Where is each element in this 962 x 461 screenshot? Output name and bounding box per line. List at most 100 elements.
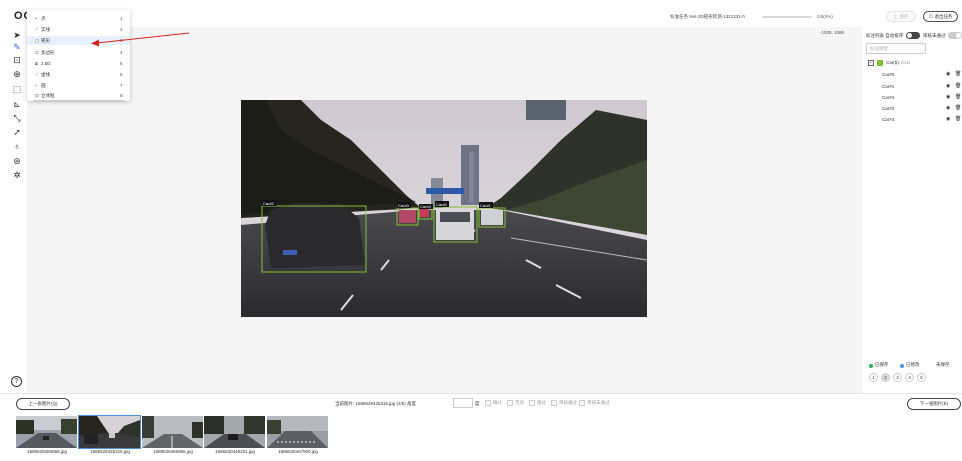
box-label: Car#0: [436, 202, 448, 207]
thumbnail[interactable]: [204, 416, 265, 448]
save-button[interactable]: 上 保存: [886, 11, 916, 22]
delete-icon[interactable]: 🗑: [955, 93, 961, 102]
page-button-active[interactable]: 2: [881, 373, 890, 382]
legend-saved: 已保存: [875, 362, 889, 367]
confirm-checkbox[interactable]: [485, 400, 491, 406]
thumbnail-label: 1686530449201.jpg: [215, 449, 255, 454]
thumbnail-label: 1686529425315.jpg: [90, 449, 130, 454]
item-label: Car#4: [882, 95, 895, 100]
menu-item-polygon[interactable]: ⌬ 多边形 4: [27, 48, 130, 57]
legend-modified: 已修改: [906, 362, 920, 367]
thumbnail[interactable]: [267, 416, 328, 448]
review-fail-checkbox[interactable]: [579, 400, 585, 406]
menu-shortcut: 7: [120, 83, 123, 88]
exit-task-button[interactable]: ⊙ 退出任务: [923, 11, 958, 22]
menu-label: 圆: [41, 83, 46, 88]
menu-scrollbar[interactable]: [33, 100, 125, 102]
hide-icon[interactable]: ◉: [946, 70, 950, 79]
current-file-label: 当前图片: 1686529425315.jpg (2/5) 角度: [335, 401, 417, 406]
hide-icon[interactable]: ◉: [946, 104, 950, 113]
box-label: Car#1: [480, 203, 492, 208]
delete-icon[interactable]: 🗑: [955, 82, 961, 91]
modified-dot: [900, 364, 904, 368]
list-item[interactable]: Car#0 ◉ 🗑: [882, 70, 962, 79]
menu-shortcut: 5: [120, 61, 123, 66]
thumbnail[interactable]: [142, 416, 203, 448]
pointer-icon[interactable]: ➤: [11, 29, 23, 41]
list-item[interactable]: Car#1 ◉ 🗑: [882, 82, 962, 91]
list-item[interactable]: Car#2 ◉ 🗑: [882, 104, 962, 113]
collapse-icon[interactable]: −: [868, 60, 874, 66]
list-item[interactable]: Car#3 ◉ 🗑: [882, 115, 962, 124]
tool-menu: •点1 ⟋实线2 ▢矩形3 ⌬多边形4 ⧈2.5D5 ⟋虚线6 ○圆7 ⊡立体框…: [27, 10, 130, 102]
line-icon: ⟋: [35, 27, 39, 32]
red-arrow-annotation: [91, 32, 190, 47]
class-group-label: Car(5): [886, 60, 899, 65]
class-group-id: 0411: [901, 60, 911, 65]
box-label: Car#3: [398, 203, 410, 208]
thumbnail-label: 1686530467909.jpg: [278, 449, 318, 454]
page-button[interactable]: 1: [869, 373, 878, 382]
thumbnail[interactable]: [16, 416, 77, 448]
menu-item-circle[interactable]: ○ 圆 7: [27, 81, 130, 90]
arrow-icon[interactable]: ➚: [11, 126, 23, 138]
review-pass-checkbox[interactable]: [551, 400, 557, 406]
menu-item-2-5d[interactable]: ⧈ 2.5D 5: [27, 59, 130, 68]
select-box-icon[interactable]: ⬚: [11, 83, 23, 95]
menu-label: 点: [41, 16, 46, 21]
zoom-icon[interactable]: ⊛: [11, 155, 23, 167]
thumbnail-selected[interactable]: [78, 415, 141, 449]
angle-input[interactable]: [453, 398, 473, 408]
menu-label: 矩形: [41, 38, 50, 43]
review-pass-label: 审核通过: [559, 400, 577, 405]
annotation-list-title: 标注列表 自动排序: [866, 33, 904, 38]
divider: [0, 393, 962, 394]
magic-icon[interactable]: ✲: [11, 169, 23, 181]
page-button[interactable]: 4: [905, 373, 914, 382]
pen-icon[interactable]: ✎: [11, 41, 23, 53]
list-item[interactable]: Car#4 ◉ 🗑: [882, 93, 962, 102]
review-toggle[interactable]: [948, 32, 962, 39]
menu-label: 2.5D: [41, 61, 51, 66]
lasso-icon[interactable]: ♁: [11, 140, 23, 152]
skip-checkbox[interactable]: [529, 400, 535, 406]
crosshair-icon[interactable]: ⊕: [11, 68, 23, 80]
thumbnail-label: 1686529380858.jpg: [27, 449, 67, 454]
menu-label: 多边形: [41, 50, 55, 55]
next-image-button[interactable]: 下一张图片(E): [907, 398, 961, 410]
delete-icon[interactable]: 🗑: [955, 104, 961, 113]
menu-label: 虚线: [41, 72, 50, 77]
polygon-icon: ⌬: [35, 50, 39, 55]
class-color-swatch: [877, 60, 883, 66]
annotation-image[interactable]: Car#2 Car#3 Car#4 Car#0 Car#1: [241, 100, 647, 317]
invalid-checkbox[interactable]: [507, 400, 513, 406]
auto-sort-toggle[interactable]: [906, 32, 920, 39]
item-label: Car#1: [882, 84, 895, 89]
delete-icon[interactable]: 🗑: [955, 115, 961, 124]
box-label: Car#2: [263, 201, 275, 206]
hide-icon[interactable]: ◉: [946, 93, 950, 102]
chart-icon[interactable]: ⊾: [11, 98, 23, 110]
menu-shortcut: 1: [120, 16, 123, 21]
menu-item-point[interactable]: • 点 1: [27, 14, 130, 23]
cursor-coordinates: -1005, 1088: [820, 30, 845, 35]
progress-text: 0/5(0%): [817, 14, 833, 19]
legend-unsaved: 未保存: [936, 362, 950, 367]
review-label: 审核未通过: [923, 33, 946, 38]
dashed-line-icon: ⟋: [35, 72, 39, 77]
menu-item-dashed-line[interactable]: ⟋ 虚线 6: [27, 70, 130, 79]
tag-icon[interactable]: ⤡: [11, 112, 23, 124]
crop-icon[interactable]: ⊡: [11, 54, 23, 66]
menu-item-3d-box[interactable]: ⊡ 立体框 8: [27, 92, 130, 99]
saved-dot: [869, 364, 873, 368]
page-button[interactable]: 3: [893, 373, 902, 382]
help-icon[interactable]: ?: [11, 376, 22, 387]
hide-icon[interactable]: ◉: [946, 115, 950, 124]
hide-icon[interactable]: ◉: [946, 82, 950, 91]
prev-image-button[interactable]: 上一张图片(Q): [16, 398, 70, 410]
delete-icon[interactable]: 🗑: [955, 70, 961, 79]
page-button[interactable]: 5: [917, 373, 926, 382]
search-input[interactable]: 标注搜索: [866, 43, 926, 54]
circle-icon: ○: [35, 83, 38, 88]
invalid-label: 无效: [515, 400, 524, 405]
